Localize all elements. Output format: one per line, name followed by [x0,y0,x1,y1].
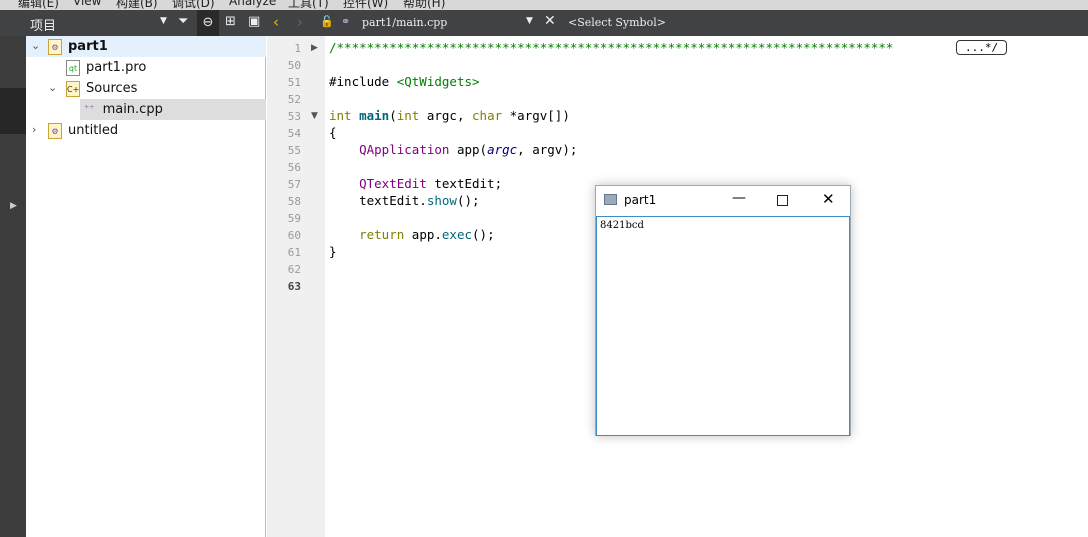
window-title: part1 [624,193,657,207]
tree-label: Sources [86,81,138,96]
toolbar: 项目 ▼ ⏷ ⊖ ⊞ ▣ ‹ › 🔓 ⚭ part1/main.cpp ▼ ✕ … [0,10,1088,36]
tree-label: main.cpp [102,102,163,117]
app-icon [604,194,617,205]
text-edit-content: 8421bcd [600,220,644,231]
line-number: 58 [287,195,301,208]
forward-icon[interactable]: › [297,13,303,31]
line-number: 54 [287,127,301,140]
menu-tools[interactable]: 工具(T) [288,0,329,10]
code-token: #include [329,74,397,89]
tree-label: part1 [68,39,108,54]
text-edit[interactable]: 8421bcd [596,216,850,436]
line-number: 57 [287,178,301,191]
lock-icon: 🔓 [320,15,334,28]
code-line-54: { [329,125,337,140]
line-number: 50 [287,59,301,72]
tree-item-part1[interactable]: ⚙ part1 [48,36,108,57]
menu-analyze[interactable]: Analyze [229,0,276,8]
project-icon: ⚙ [48,38,62,55]
project-combo[interactable]: 项目 [30,15,56,34]
pro-file-icon: qt [66,59,80,76]
code-line-58: textEdit.show(); [329,193,480,208]
line-number: 55 [287,144,301,157]
line-number: 63 [287,280,301,293]
menu-view[interactable]: View [73,0,101,8]
mode-bar: ▶ [0,36,26,537]
line-number: 51 [287,76,301,89]
back-icon[interactable]: ‹ [273,13,279,31]
link-icon[interactable]: ⊖ [197,10,219,36]
code-line-1: /***************************************… [329,40,894,55]
tree-item-sources[interactable]: C+ Sources [66,78,137,99]
line-number: 52 [287,93,301,106]
close-sidebar-icon[interactable]: ▣ [248,14,260,29]
tree-label: part1.pro [86,60,147,75]
tree-label: untitled [68,123,119,138]
line-number: 59 [287,212,301,225]
code-line-60: return app.exec(); [359,227,495,242]
code-line-61: } [329,244,337,259]
mode-selected[interactable] [0,88,26,134]
expand-arrow-icon[interactable]: › [32,123,36,136]
code-line-53: int main(int argc, char *argv[]) [329,108,570,123]
code-token: <QtWidgets> [396,74,480,89]
menu-bar: 编辑(E) View 构建(B) 调试(D) Analyze 工具(T) 控件(… [0,0,1088,10]
chevron-down-icon[interactable]: ▼ [526,16,533,26]
line-number: 60 [287,229,301,242]
window-titlebar[interactable]: part1 — ✕ [596,186,850,215]
tree-item-main-cpp[interactable]: ⁺⁺ main.cpp [84,99,163,120]
tree-item-untitled[interactable]: ⚙ untitled [48,120,118,141]
minimize-icon[interactable]: — [732,190,746,206]
tree-item-part1-pro[interactable]: qt part1.pro [66,57,146,78]
code-line-57: QTextEdit textEdit; [359,176,503,191]
menu-debug[interactable]: 调试(D) [172,0,215,10]
line-number: 61 [287,246,301,259]
menu-build[interactable]: 构建(B) [116,0,158,10]
code-line-55: QApplication app(argc, argv); [359,142,578,157]
symbol-combo[interactable]: <Select Symbol> [568,16,666,29]
cpp-file-icon: ⚭ [341,15,351,28]
line-number: 1 [294,42,301,55]
project-icon: ⚙ [48,122,62,139]
line-number: 53 [287,110,301,123]
menu-help[interactable]: 帮助(H) [403,0,445,10]
close-icon[interactable]: ✕ [822,190,835,208]
collapse-arrow-icon[interactable]: ⌄ [48,81,57,94]
menu-edit[interactable]: 编辑(E) [18,0,59,10]
chevron-down-icon[interactable]: ▼ [160,16,167,26]
filter-icon[interactable]: ⏷ [178,14,188,29]
project-tree: ⌄ ⚙ part1 qt part1.pro ⌄ C+ Sources ⁺⁺ main.… [26,36,266,537]
line-number: 56 [287,161,301,174]
collapse-fold-icon[interactable]: ▼ [311,111,318,121]
maximize-icon[interactable] [777,195,788,206]
split-icon[interactable]: ⊞ [225,14,236,29]
file-combo[interactable]: part1/main.cpp [362,16,447,29]
line-number: 62 [287,263,301,276]
folded-comment-marker[interactable]: ...*/ [956,40,1008,55]
app-window[interactable]: part1 — ✕ 8421bcd [595,185,851,436]
line-number-gutter: 1 ▶ 50 51 52 53 ▼ 54 55 56 57 58 59 60 6… [267,36,325,537]
code-line-51: #include <QtWidgets> [329,74,480,89]
collapse-arrow-icon[interactable]: ⌄ [31,39,40,52]
menu-controls[interactable]: 控件(W) [343,0,388,10]
close-icon[interactable]: ✕ [544,13,556,29]
expand-icon[interactable]: ▶ [10,201,17,211]
cpp-file-icon: ⁺⁺ [84,104,95,115]
expand-fold-icon[interactable]: ▶ [311,43,318,53]
folder-cpp-icon: C+ [66,80,80,97]
